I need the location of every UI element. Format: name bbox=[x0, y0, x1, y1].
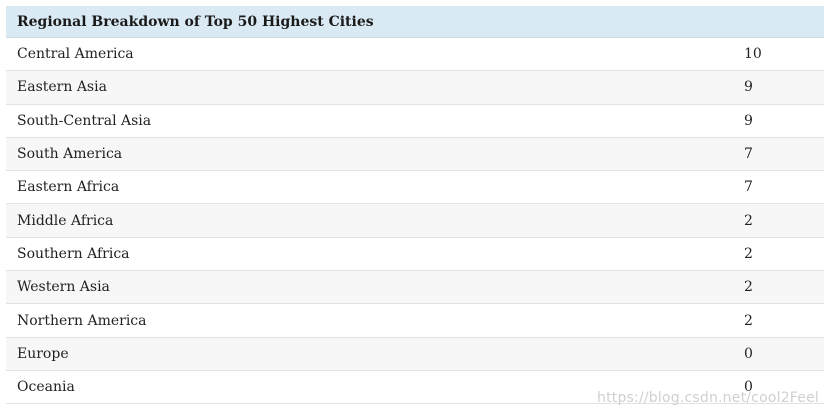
region-cell: South America bbox=[17, 146, 123, 163]
region-cell: Central America bbox=[17, 46, 134, 63]
count-cell: 10 bbox=[744, 46, 762, 63]
region-cell: Northern America bbox=[17, 312, 147, 329]
count-cell: 2 bbox=[744, 279, 753, 296]
watermark: https://blog.csdn.net/cool2Feel bbox=[597, 390, 819, 406]
table-row: South America 7 bbox=[6, 137, 824, 172]
count-cell: 2 bbox=[744, 312, 753, 329]
region-cell: Eastern Asia bbox=[17, 79, 107, 96]
count-cell: 9 bbox=[744, 112, 753, 129]
count-cell: 0 bbox=[744, 345, 753, 362]
region-cell: South-Central Asia bbox=[17, 112, 152, 129]
table-row: Eastern Asia 9 bbox=[6, 71, 824, 105]
count-cell: 2 bbox=[744, 212, 753, 229]
table-row: Europe 0 bbox=[6, 337, 824, 371]
table-row: Western Asia 2 bbox=[6, 271, 824, 305]
count-cell: 2 bbox=[744, 245, 753, 262]
regional-breakdown-table: Regional Breakdown of Top 50 Highest Cit… bbox=[6, 6, 824, 405]
table-row: Central America 10 bbox=[6, 38, 824, 72]
region-cell: Eastern Africa bbox=[17, 179, 120, 196]
table-row: Middle Africa 2 bbox=[6, 204, 824, 238]
region-cell: Western Asia bbox=[17, 279, 110, 296]
table-row: South-Central Asia 9 bbox=[6, 104, 824, 138]
region-cell: Europe bbox=[17, 345, 69, 362]
region-cell: Southern Africa bbox=[17, 245, 130, 262]
count-cell: 9 bbox=[744, 79, 753, 96]
table-row: Southern Africa 2 bbox=[6, 237, 824, 272]
count-cell: 7 bbox=[744, 146, 753, 163]
count-cell: 7 bbox=[744, 179, 753, 196]
region-cell: Middle Africa bbox=[17, 212, 114, 229]
table-row: Eastern Africa 7 bbox=[6, 171, 824, 205]
table-row: Northern America 2 bbox=[6, 304, 824, 338]
table-title: Regional Breakdown of Top 50 Highest Cit… bbox=[6, 6, 824, 38]
table-body: Central America 10 Eastern Asia 9 South-Cent… bbox=[6, 38, 824, 405]
